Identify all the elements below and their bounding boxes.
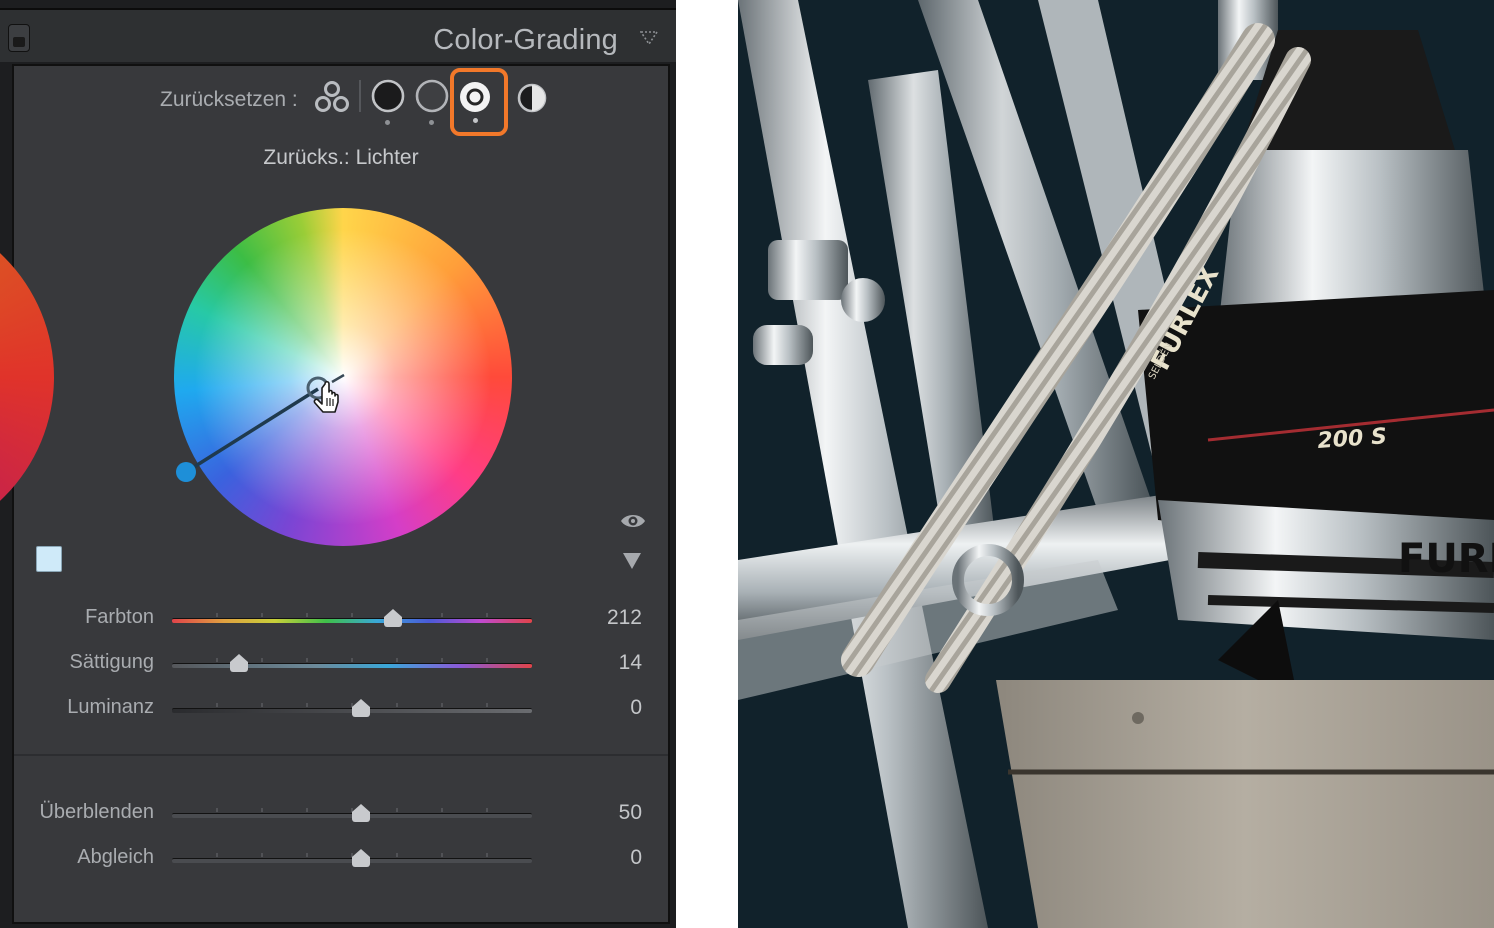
blending-slider-track[interactable] (172, 804, 532, 822)
slider-label: Abgleich (77, 846, 154, 868)
balance-slider-track[interactable] (172, 849, 532, 867)
blending-slider-thumb[interactable] (352, 804, 370, 822)
slider-row-saturation: Sättigung 14 (14, 649, 668, 679)
active-region-label: Zurücks.: Lichter (263, 146, 419, 169)
wheel-overlay (176, 373, 345, 482)
slider-value[interactable]: 14 (619, 651, 642, 675)
saturation-slider-thumb[interactable] (229, 654, 248, 672)
slider-label: Überblenden (39, 801, 154, 823)
slider-ticks (216, 658, 488, 662)
mode-separator (359, 80, 361, 112)
half-circle-icon[interactable] (516, 82, 548, 114)
mode-indicator-dot (385, 120, 390, 125)
panel-toggle-switch[interactable] (8, 24, 30, 52)
slider-row-luminance: Luminanz 0 (14, 694, 668, 724)
hue-handle (176, 462, 196, 482)
dark-circle-icon[interactable] (370, 78, 406, 114)
collapse-triangle-icon[interactable] (640, 30, 658, 46)
slider-value[interactable]: 50 (619, 801, 642, 825)
hue-slider-track[interactable] (172, 609, 532, 627)
slider-label: Farbton (85, 606, 154, 628)
slider-row-hue: Farbton 212 (14, 604, 668, 634)
slider-row-balance: Abgleich 0 (14, 844, 668, 874)
slider-value[interactable]: 212 (607, 606, 642, 630)
balance-slider-thumb[interactable] (352, 849, 370, 867)
section-divider (14, 754, 668, 756)
color-grading-panel: Color-Grading Zurücksetzen : Zurücks.: L… (0, 0, 676, 928)
mode-indicator-dot (429, 120, 434, 125)
panel-title: Color-Grading (433, 24, 618, 56)
saturation-slider-track[interactable] (172, 654, 532, 672)
luminance-slider-track[interactable] (172, 699, 532, 717)
three-circles-icon[interactable] (312, 78, 352, 118)
boat-photo: FURLEX SELDÉN 200 S FURL (738, 0, 1494, 928)
model-label: 200 S (1317, 424, 1388, 454)
luminance-slider-thumb[interactable] (352, 699, 370, 717)
slider-label: Luminanz (67, 696, 154, 718)
hue-slider-thumb[interactable] (384, 609, 403, 627)
slider-value[interactable]: 0 (630, 696, 642, 720)
slider-value[interactable]: 0 (630, 846, 642, 870)
color-swatch[interactable] (36, 546, 62, 572)
brand-partial-label: FURL (1398, 536, 1494, 582)
hollow-circle-icon[interactable] (414, 78, 450, 114)
slider-row-blending: Überblenden 50 (14, 799, 668, 829)
active-mode-highlight (450, 68, 508, 136)
slider-ticks (216, 613, 488, 617)
slider-label: Sättigung (69, 651, 154, 673)
expand-triangle-icon[interactable] (622, 552, 642, 570)
eye-icon[interactable] (620, 512, 646, 530)
panel-body: Zurücksetzen : Zurücks.: Lichter Farbton… (0, 64, 670, 924)
panel-header[interactable]: Color-Grading (0, 8, 676, 62)
shadows-wheel-partial[interactable] (0, 208, 54, 546)
reset-label: Zurücksetzen : (160, 88, 298, 111)
boat-photo-illustration: FURLEX SELDÉN 200 S FURL (738, 0, 1494, 928)
